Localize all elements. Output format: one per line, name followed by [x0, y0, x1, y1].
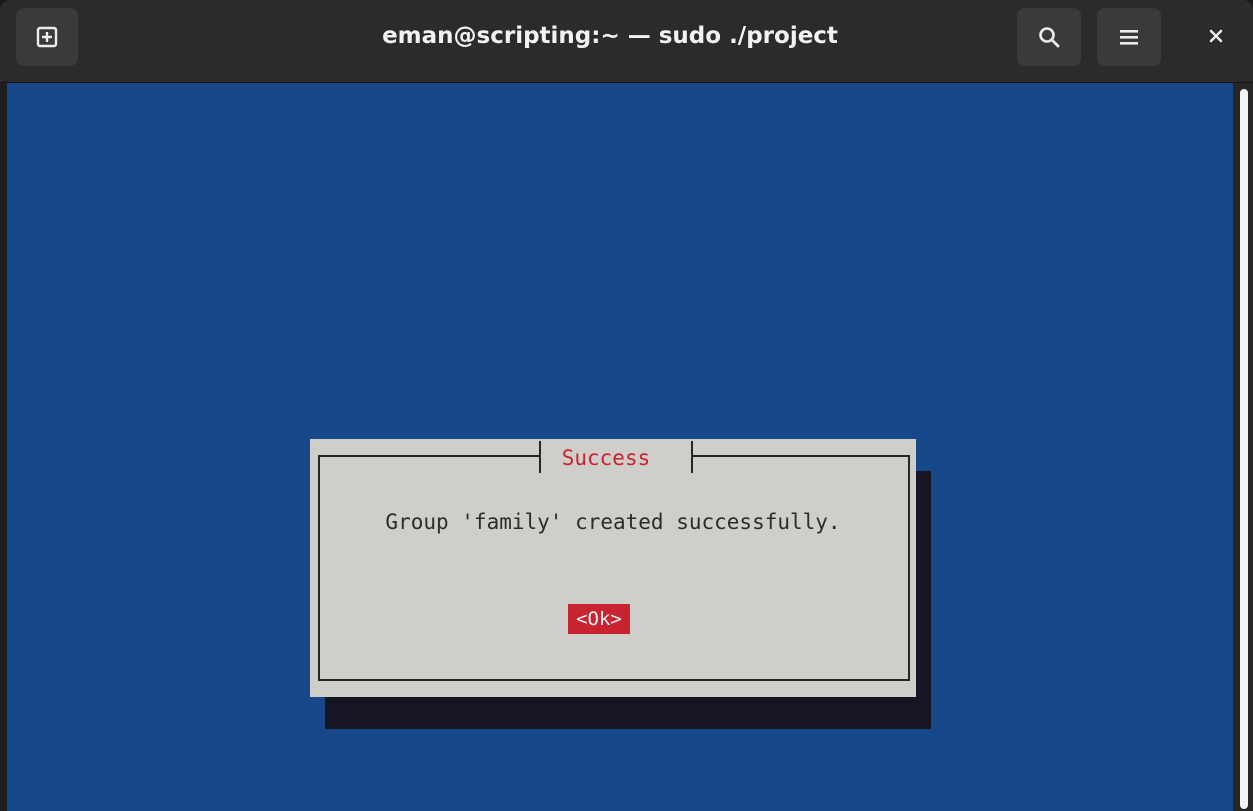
close-icon: [1209, 29, 1223, 43]
search-icon: [1039, 27, 1060, 48]
menu-button[interactable]: [1097, 8, 1161, 66]
dialog-message: Group 'family' created successfully.: [385, 510, 841, 534]
window-title: eman@scripting:~ — sudo ./project: [382, 23, 838, 49]
scrollbar-thumb[interactable]: [1240, 89, 1248, 809]
new-tab-icon: [36, 26, 58, 48]
success-dialog: Success Group 'family' created successfu…: [310, 439, 916, 697]
search-button[interactable]: [1017, 8, 1081, 66]
dialog-frame: [318, 441, 910, 681]
terminal-window: eman@scripting:~ — sudo ./project Succes…: [0, 0, 1253, 811]
title-bar: eman@scripting:~ — sudo ./project: [0, 0, 1253, 83]
hamburger-menu-icon: [1120, 30, 1138, 45]
ok-button[interactable]: <Ok>: [568, 604, 630, 634]
title-right-tick: [691, 441, 693, 473]
scrollbar[interactable]: [1233, 83, 1253, 811]
close-button[interactable]: [1190, 14, 1242, 58]
dialog-title: Success: [561, 446, 651, 470]
new-tab-button[interactable]: [16, 8, 78, 66]
